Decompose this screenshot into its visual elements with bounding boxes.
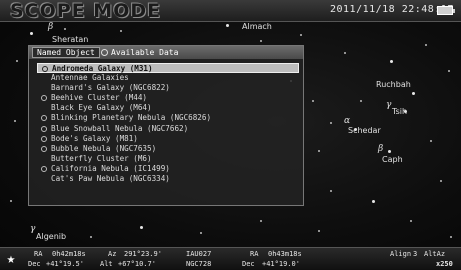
dec-value: +41°19.5' [46,260,84,268]
tab-available-data[interactable]: Available Data [97,47,182,58]
available-data-icon [101,49,108,56]
catalog-field-bottom: NGC728 [186,260,212,268]
object-list-item[interactable]: Bubble Nebula (NGC7635) [37,144,299,154]
ra-label: RA [34,250,43,258]
top-bar: SCOPE MODE 2011/11/18 22:48:17 [0,0,461,22]
align-label: Align [390,250,412,258]
greek-beta-label-2: β [378,144,384,154]
align-value: 3 [413,250,418,258]
greek-alpha-label: α [344,116,351,126]
alt-value: +67°10.7' [118,260,156,268]
bottom-status-bar: ★ RA 0h42m18s Dec +41°19.5' Az 291°23.9'… [0,247,461,270]
az-value: 291°23.9' [124,250,162,258]
greek-beta-label: β [48,22,54,32]
object-list-item-label: Antennae Galaxies [51,73,129,83]
object-list-item[interactable]: Butterfly Cluster (M6) [37,154,299,164]
object-list-item-label: Blue Snowball Nebula (NGC7662) [51,123,189,133]
object-list-item[interactable]: Antennae Galaxies [37,73,299,83]
object-list-item[interactable]: Andromeda Galaxy (M31) [37,63,299,74]
object-list-item[interactable]: Blue Snowball Nebula (NGC7662) [37,124,299,134]
battery-icon [437,6,455,15]
panel-tabs: Named Object Available Data [29,46,303,59]
sky-label-algenib: Algenib [36,232,67,241]
available-data-marker-icon [41,165,47,172]
available-data-marker-icon [42,66,48,72]
greek-gamma-label-2: γ [30,224,36,234]
object-list-item-label: Andromeda Galaxy (M31) [52,64,153,73]
greek-gamma-label: γ [386,100,392,110]
datetime-display: 2011/11/18 22:48:17 [330,4,454,15]
available-data-marker-icon [41,145,47,152]
object-list-item-label: Beehive Cluster (M44) [51,93,148,103]
object-list-item[interactable]: California Nebula (IC1499) [37,164,299,174]
zoom-level: x250 [436,260,453,268]
sky-label-ruchbah: Ruchbah [376,80,411,89]
dec2-label: Dec [242,260,255,268]
scope-mode-screen: Almach β Sheratan Ruchbah γ Tsih α Sched… [0,0,461,270]
ra2-value: 0h43m18s [268,250,302,258]
object-list-panel: Named Object Available Data Andromeda Ga… [28,45,304,206]
object-list-item-label: Black Eye Galaxy (M64) [51,103,152,113]
available-data-marker-icon [41,95,47,102]
altaz-label: AltAz [424,250,446,258]
dec-label: Dec [28,260,41,268]
sky-label-caph: Caph [382,155,403,164]
sky-label-almach: Almach [242,22,272,31]
object-list-item[interactable]: Blinking Planetary Nebula (NGC6826) [37,113,299,123]
available-data-marker-icon [41,115,47,122]
sky-label-schedar: Schedar [348,126,381,135]
sky-label-sheratan: Sheratan [52,35,89,44]
object-list-item-label: Bubble Nebula (NGC7635) [51,143,157,153]
ra-value: 0h42m18s [52,250,86,258]
object-list-item[interactable]: Beehive Cluster (M44) [37,93,299,103]
az-label: Az [108,250,117,258]
object-list-item[interactable]: Bode's Galaxy (M81) [37,134,299,144]
object-list-item-label: Bode's Galaxy (M81) [51,133,138,143]
object-list-item-label: California Nebula (IC1499) [51,163,170,173]
alt-label: Alt [100,260,113,268]
tab-named-object[interactable]: Named Object [32,47,100,58]
mode-title: SCOPE MODE [10,0,162,22]
star-icon[interactable]: ★ [3,251,19,267]
catalog-field-top: IAU027 [186,250,212,258]
object-list-item[interactable]: Barnard's Galaxy (NGC6822) [37,83,299,93]
object-list-item[interactable]: Black Eye Galaxy (M64) [37,103,299,113]
dec2-value: +41°19.0' [262,260,300,268]
ra2-label: RA [250,250,259,258]
object-list-item-label: Cat's Paw Nebula (NGC6334) [51,174,170,184]
object-list-item-label: Barnard's Galaxy (NGC6822) [51,83,170,93]
available-data-marker-icon [41,125,47,132]
object-list-item-label: Butterfly Cluster (M6) [51,153,152,163]
sky-label-tsih: Tsih [392,107,408,116]
tab-available-data-label: Available Data [111,48,179,57]
available-data-marker-icon [41,135,47,142]
object-list: Andromeda Galaxy (M31) Antennae Galaxies B… [37,63,299,184]
object-list-item[interactable]: Cat's Paw Nebula (NGC6334) [37,174,299,184]
object-list-item-label: Blinking Planetary Nebula (NGC6826) [51,113,212,123]
